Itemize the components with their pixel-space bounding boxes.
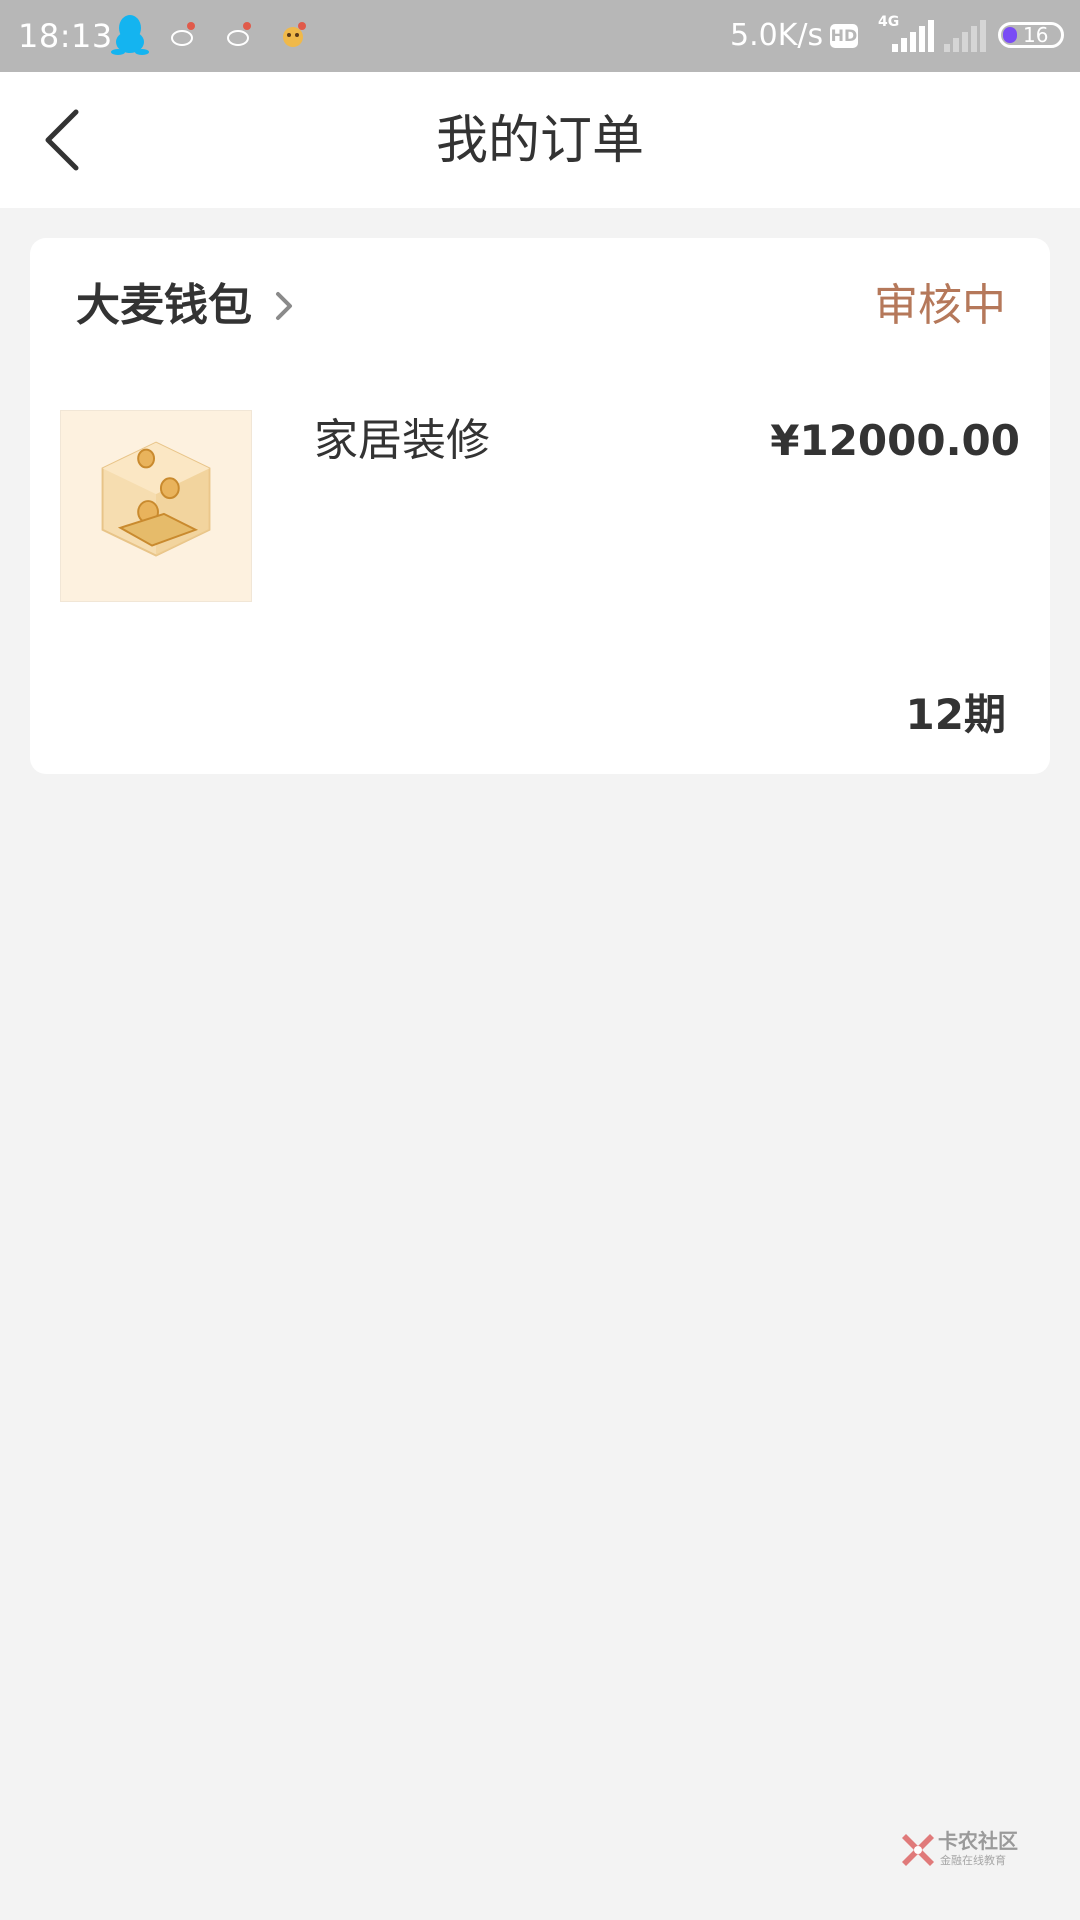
order-status: 审核中 [874, 280, 1006, 331]
kanong-logo-icon [902, 1834, 934, 1866]
battery-level: 16 [1023, 23, 1049, 47]
product-thumbnail [60, 410, 252, 602]
notification-icon [283, 22, 306, 47]
notification-icon [227, 22, 251, 46]
hd-icon: HD [830, 24, 858, 48]
installment-period: 12期 [905, 690, 1006, 739]
product-name: 家居装修 [314, 415, 490, 466]
watermark-title: 卡农社区 [938, 1829, 1018, 1853]
watermark-subtitle: 金融在线教育 [940, 1854, 1006, 1867]
qq-icon [111, 15, 149, 55]
merchant-name: 大麦钱包 [76, 280, 252, 331]
merchant-link[interactable]: 大麦钱包 [76, 274, 296, 338]
order-card[interactable]: 大麦钱包 审核中 家居装修 ¥12000.00 12期 [30, 238, 1050, 774]
page-title: 我的订单 [435, 111, 644, 171]
status-bar: 18:13 5.0K/s HD 4G 16 [0, 0, 1080, 72]
chevron-right-icon [276, 292, 292, 320]
signal-icon [892, 20, 934, 52]
notification-icon [171, 22, 195, 46]
product-price: ¥12000.00 [770, 416, 1020, 465]
signal-icon [944, 20, 986, 52]
watermark: 卡农社区 金融在线教育 [900, 1828, 1030, 1878]
header: 我的订单 [0, 72, 1080, 208]
network-speed: 5.0K/s [730, 18, 824, 53]
status-time: 18:13 [18, 17, 113, 55]
battery-fill [1003, 27, 1017, 43]
battery-icon: 16 [998, 22, 1064, 48]
